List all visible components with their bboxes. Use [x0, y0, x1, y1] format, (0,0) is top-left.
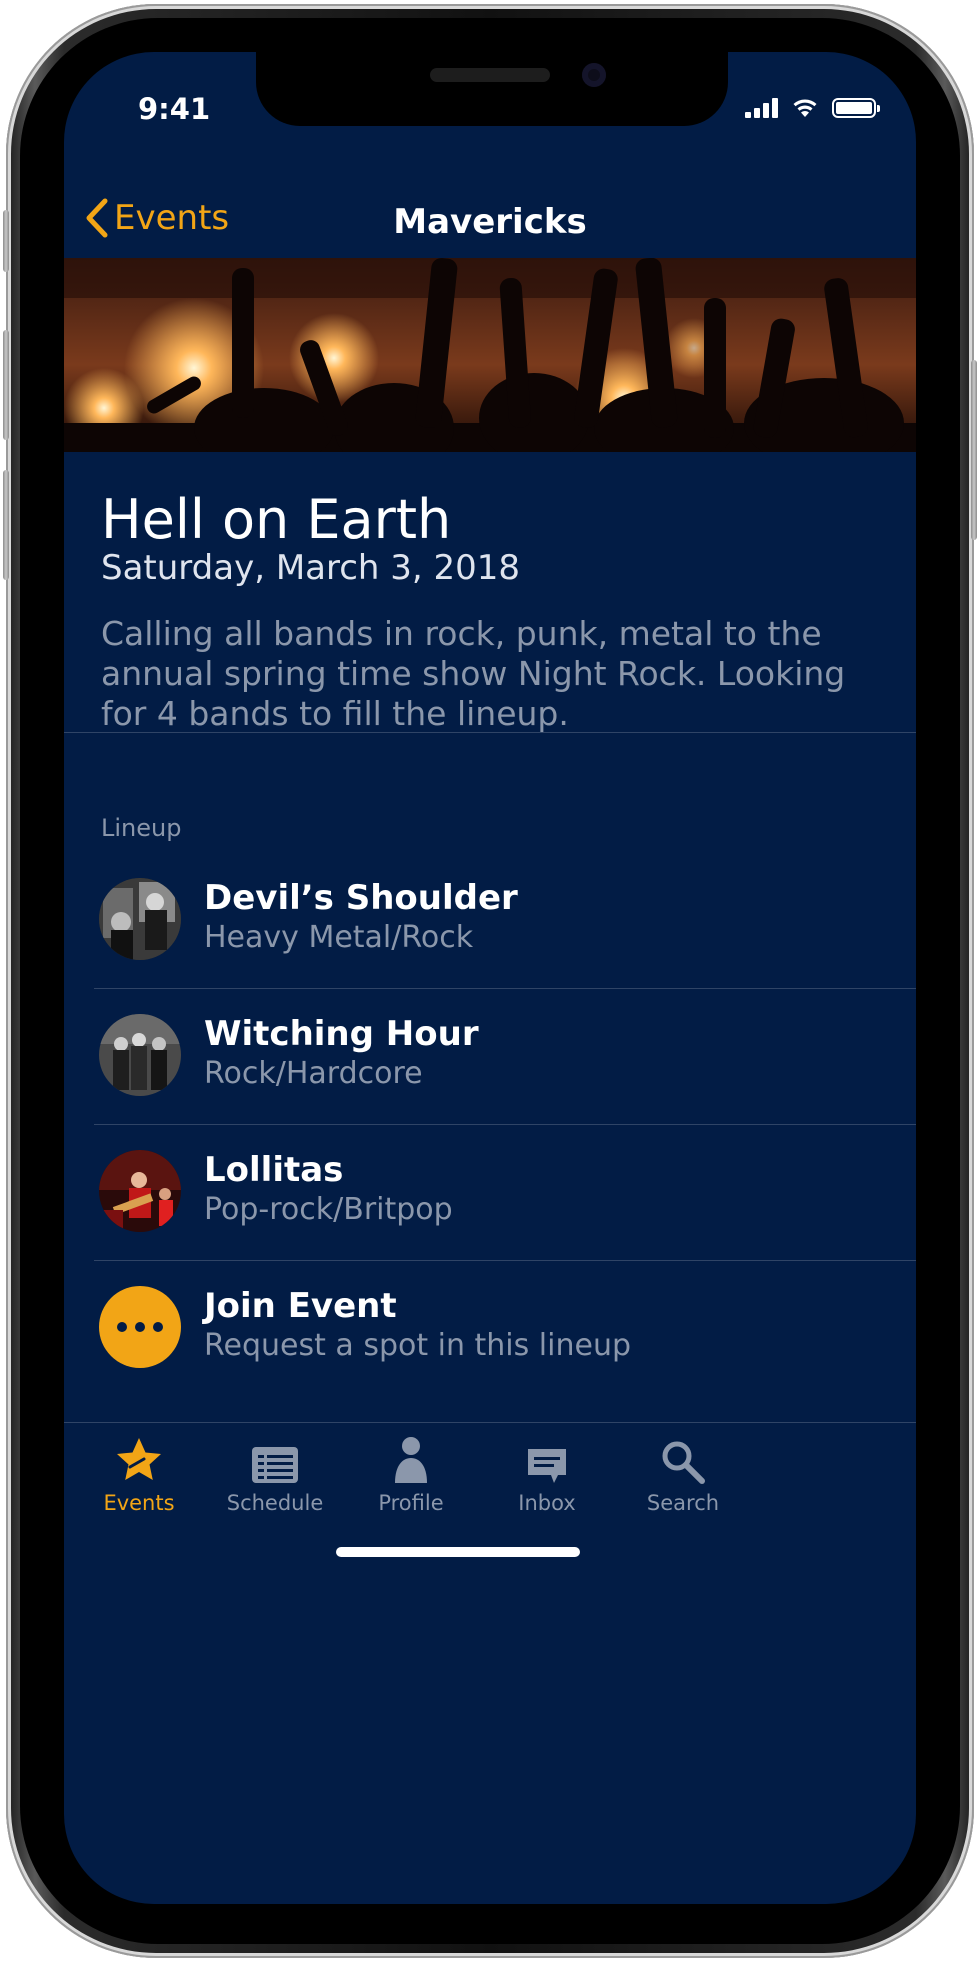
concert-crowd-illustration	[64, 258, 916, 452]
join-event-button[interactable]: Join Event Request a spot in this lineup	[64, 1268, 916, 1404]
tab-label: Schedule	[226, 1491, 324, 1515]
inbox-icon	[528, 1449, 566, 1483]
status-icons	[745, 96, 880, 118]
band-name: Witching Hour	[204, 1014, 479, 1054]
home-indicator[interactable]	[336, 1547, 580, 1557]
row-divider	[94, 1124, 916, 1125]
person-icon	[395, 1437, 427, 1483]
band-avatar	[99, 1150, 181, 1232]
band-genre: Heavy Metal/Rock	[204, 920, 474, 955]
silent-switch	[3, 210, 9, 272]
notch	[256, 52, 728, 126]
tab-label: Events	[103, 1491, 175, 1515]
band-avatar	[99, 1014, 181, 1096]
event-date: Saturday, March 3, 2018	[101, 548, 521, 588]
status-time: 9:41	[138, 92, 211, 126]
wifi-icon	[793, 99, 817, 117]
band-avatar	[99, 878, 181, 960]
star-icon	[117, 1438, 161, 1480]
volume-down-button	[3, 470, 9, 580]
event-hero-image	[64, 258, 916, 452]
event-description: Calling all bands in rock, punk, metal t…	[101, 614, 846, 733]
join-event-subtitle: Request a spot in this lineup	[204, 1328, 632, 1363]
lineup-item[interactable]: Devil’s Shoulder Heavy Metal/Rock	[64, 860, 916, 996]
speaker-grille	[430, 68, 550, 82]
navigation-bar: Events Mavericks	[64, 192, 916, 264]
lineup-item[interactable]: Lollitas Pop-rock/Britpop	[64, 1132, 916, 1268]
more-dots-icon	[99, 1286, 181, 1368]
tab-profile[interactable]: Profile	[336, 1433, 486, 1515]
search-icon	[662, 1441, 705, 1484]
band-name: Devil’s Shoulder	[204, 878, 518, 918]
app-screen: 9:41 Events Mavericks Hell on Earth Satu…	[64, 52, 916, 1904]
row-divider	[94, 1260, 916, 1261]
tab-label: Search	[646, 1491, 720, 1515]
tab-bar: Events Schedule Profile Inbox Search	[64, 1422, 916, 1543]
tab-search[interactable]: Search	[608, 1433, 758, 1515]
volume-up-button	[3, 330, 9, 440]
tab-events[interactable]: Events	[64, 1433, 214, 1515]
schedule-icon	[252, 1447, 298, 1483]
band-genre: Rock/Hardcore	[204, 1056, 423, 1091]
camera-icon	[582, 63, 606, 87]
cellular-signal-icon	[745, 98, 778, 118]
tab-inbox[interactable]: Inbox	[472, 1433, 622, 1515]
tab-schedule[interactable]: Schedule	[200, 1433, 350, 1515]
event-title: Hell on Earth	[101, 488, 452, 551]
page-title: Mavericks	[393, 202, 587, 242]
section-divider	[64, 732, 916, 733]
band-genre: Pop-rock/Britpop	[204, 1192, 453, 1227]
lineup-section-label: Lineup	[101, 814, 182, 842]
battery-icon	[832, 98, 880, 118]
band-name: Lollitas	[204, 1150, 344, 1190]
lineup-item[interactable]: Witching Hour Rock/Hardcore	[64, 996, 916, 1132]
tab-label: Profile	[378, 1491, 444, 1515]
row-divider	[94, 988, 916, 989]
join-event-title: Join Event	[204, 1286, 397, 1326]
tab-label: Inbox	[518, 1491, 576, 1515]
power-button	[971, 360, 977, 540]
